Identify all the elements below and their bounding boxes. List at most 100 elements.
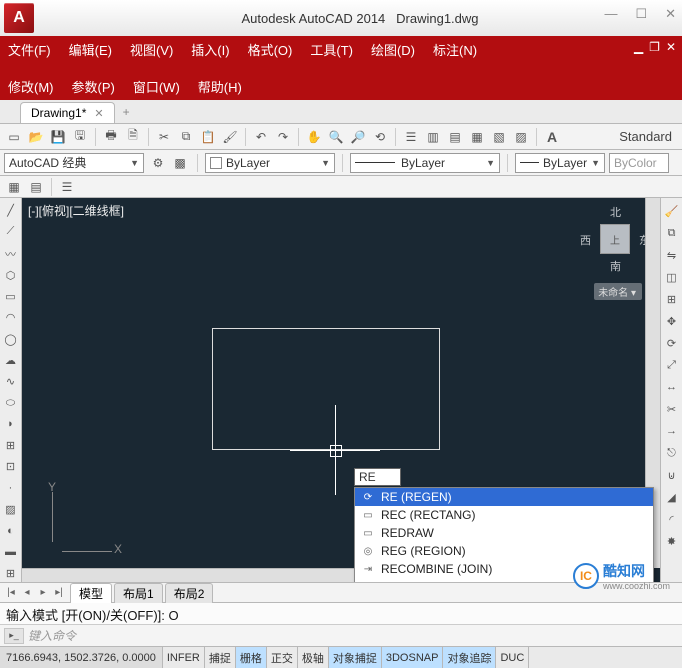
view-cube-top[interactable]: 上: [600, 224, 630, 254]
zoom-previous-icon[interactable]: ⟲: [370, 127, 390, 147]
zoom-window-icon[interactable]: 🔎: [348, 127, 368, 147]
saveas-icon[interactable]: 🖫: [70, 127, 90, 147]
menu-window[interactable]: 窗口(W): [131, 75, 182, 98]
menu-help[interactable]: 帮助(H): [196, 75, 244, 98]
menu-edit[interactable]: 编辑(E): [67, 38, 114, 61]
layer-iso-icon[interactable]: ▦: [4, 177, 24, 197]
print-icon[interactable]: 🖶: [101, 127, 121, 147]
close-tab-icon[interactable]: ✕: [94, 107, 103, 120]
layer-color-combo[interactable]: ByLayer▼: [205, 153, 335, 173]
redo-icon[interactable]: ↷: [273, 127, 293, 147]
arc-icon[interactable]: ◠: [2, 309, 20, 326]
annotation-scale-icon[interactable]: A: [542, 127, 562, 147]
viewport-label[interactable]: [-][俯视][二维线框]: [28, 202, 124, 219]
pan-icon[interactable]: ✋: [304, 127, 324, 147]
menu-modify[interactable]: 修改(M): [6, 75, 56, 98]
minimize-button[interactable]: —: [604, 6, 617, 22]
status-infer[interactable]: INFER: [163, 647, 205, 668]
stretch-icon[interactable]: ↔: [663, 378, 681, 396]
tab-nav-next-icon[interactable]: ▸: [36, 587, 50, 598]
layer-states-icon[interactable]: ☰: [57, 177, 77, 197]
status-grid[interactable]: 栅格: [236, 647, 267, 668]
offset-icon[interactable]: ◫: [663, 268, 681, 286]
drawing-canvas[interactable]: [-][俯视][二维线框] 北 南 西 东 上 未命名 ▾ Y X RE ⟳RE…: [22, 198, 660, 582]
extend-icon[interactable]: →: [663, 422, 681, 440]
autocomplete-item[interactable]: ⟳RE (REGEN): [355, 488, 653, 506]
erase-icon[interactable]: 🧹: [663, 202, 681, 220]
wcs-dropdown[interactable]: 未命名 ▾: [594, 283, 642, 300]
gradient-icon[interactable]: ◐: [2, 522, 20, 539]
file-tab-drawing1[interactable]: Drawing1* ✕: [20, 102, 115, 123]
status-otrack[interactable]: 对象追踪: [443, 647, 496, 668]
tab-nav-prev-icon[interactable]: ◂: [20, 587, 34, 598]
autocomplete-item[interactable]: ▭REC (RECTANG): [355, 506, 653, 524]
status-osnap[interactable]: 对象捕捉: [329, 647, 382, 668]
chamfer-icon[interactable]: ◢: [663, 488, 681, 506]
menu-dimension[interactable]: 标注(N): [431, 38, 479, 61]
design-center-icon[interactable]: ▥: [423, 127, 443, 147]
layer-uniso-icon[interactable]: ▤: [26, 177, 46, 197]
status-ducs[interactable]: DUC: [496, 647, 529, 668]
lineweight-combo[interactable]: ByLayer▼: [515, 153, 605, 173]
coordinates-display[interactable]: 7166.6943, 1502.3726, 0.0000: [0, 647, 163, 668]
status-polar[interactable]: 极轴: [298, 647, 329, 668]
join-icon[interactable]: ⊍: [663, 466, 681, 484]
new-tab-button[interactable]: +: [115, 101, 138, 123]
make-block-icon[interactable]: ⊡: [2, 458, 20, 475]
spline-icon[interactable]: ∿: [2, 373, 20, 390]
matchprops-icon[interactable]: 🖌: [220, 127, 240, 147]
doc-restore-button[interactable]: ❐: [649, 40, 660, 54]
close-button[interactable]: ✕: [665, 6, 676, 22]
maximize-button[interactable]: ☐: [635, 6, 647, 22]
explode-icon[interactable]: ✸: [663, 532, 681, 550]
menu-parametric[interactable]: 参数(P): [70, 75, 117, 98]
undo-icon[interactable]: ↶: [251, 127, 271, 147]
sheetset-icon[interactable]: ▦: [467, 127, 487, 147]
menu-insert[interactable]: 插入(I): [189, 38, 231, 61]
line-icon[interactable]: ╱: [2, 202, 20, 219]
menu-file[interactable]: 文件(F): [6, 38, 53, 61]
move-icon[interactable]: ✥: [663, 312, 681, 330]
new-icon[interactable]: ▭: [4, 127, 24, 147]
workspace-combo[interactable]: AutoCAD 经典▼: [4, 153, 144, 173]
insert-block-icon[interactable]: ⊞: [2, 437, 20, 454]
save-icon[interactable]: 💾: [48, 127, 68, 147]
region-icon[interactable]: ▬: [2, 543, 20, 560]
hatch-icon[interactable]: ▨: [2, 501, 20, 518]
tab-layout2[interactable]: 布局2: [165, 583, 214, 603]
ellipse-arc-icon[interactable]: ◗: [2, 416, 20, 433]
view-cube[interactable]: 北 南 西 东 上: [580, 204, 650, 274]
trim-icon[interactable]: ✂: [663, 400, 681, 418]
rotate-icon[interactable]: ⟳: [663, 334, 681, 352]
copy-icon[interactable]: ⧉: [176, 127, 196, 147]
status-3dosnap[interactable]: 3DOSNAP: [382, 647, 444, 668]
status-snap[interactable]: 捕捉: [205, 647, 236, 668]
circle-icon[interactable]: ◯: [2, 330, 20, 347]
dynamic-input[interactable]: RE: [354, 468, 401, 486]
polygon-icon[interactable]: ⬡: [2, 267, 20, 284]
autocomplete-item[interactable]: ◎REG (REGION): [355, 542, 653, 560]
rectangle-icon[interactable]: ▭: [2, 288, 20, 305]
properties-icon[interactable]: ☰: [401, 127, 421, 147]
workspace-save-icon[interactable]: ▩: [170, 153, 190, 173]
workspace-settings-icon[interactable]: ⚙: [148, 153, 168, 173]
table-icon[interactable]: ⊞: [2, 565, 20, 582]
tab-nav-last-icon[interactable]: ▸|: [52, 587, 66, 598]
construction-line-icon[interactable]: ⟋: [2, 223, 20, 240]
autocomplete-item[interactable]: ▭REDRAW: [355, 524, 653, 542]
menu-draw[interactable]: 绘图(D): [369, 38, 417, 61]
point-icon[interactable]: ·: [2, 480, 20, 497]
menu-format[interactable]: 格式(O): [246, 38, 295, 61]
plot-preview-icon[interactable]: 🗎: [123, 127, 143, 147]
command-line[interactable]: ▸_ 键入命令: [0, 624, 682, 646]
tab-model[interactable]: 模型: [70, 583, 112, 603]
revcloud-icon[interactable]: ☁: [2, 352, 20, 369]
fillet-icon[interactable]: ◜: [663, 510, 681, 528]
open-icon[interactable]: 📂: [26, 127, 46, 147]
scale-icon[interactable]: ⤢: [663, 356, 681, 374]
paste-icon[interactable]: 📋: [198, 127, 218, 147]
break-icon[interactable]: ⎋: [663, 444, 681, 462]
menu-view[interactable]: 视图(V): [128, 38, 175, 61]
zoom-realtime-icon[interactable]: 🔍: [326, 127, 346, 147]
tab-nav-first-icon[interactable]: |◂: [4, 587, 18, 598]
